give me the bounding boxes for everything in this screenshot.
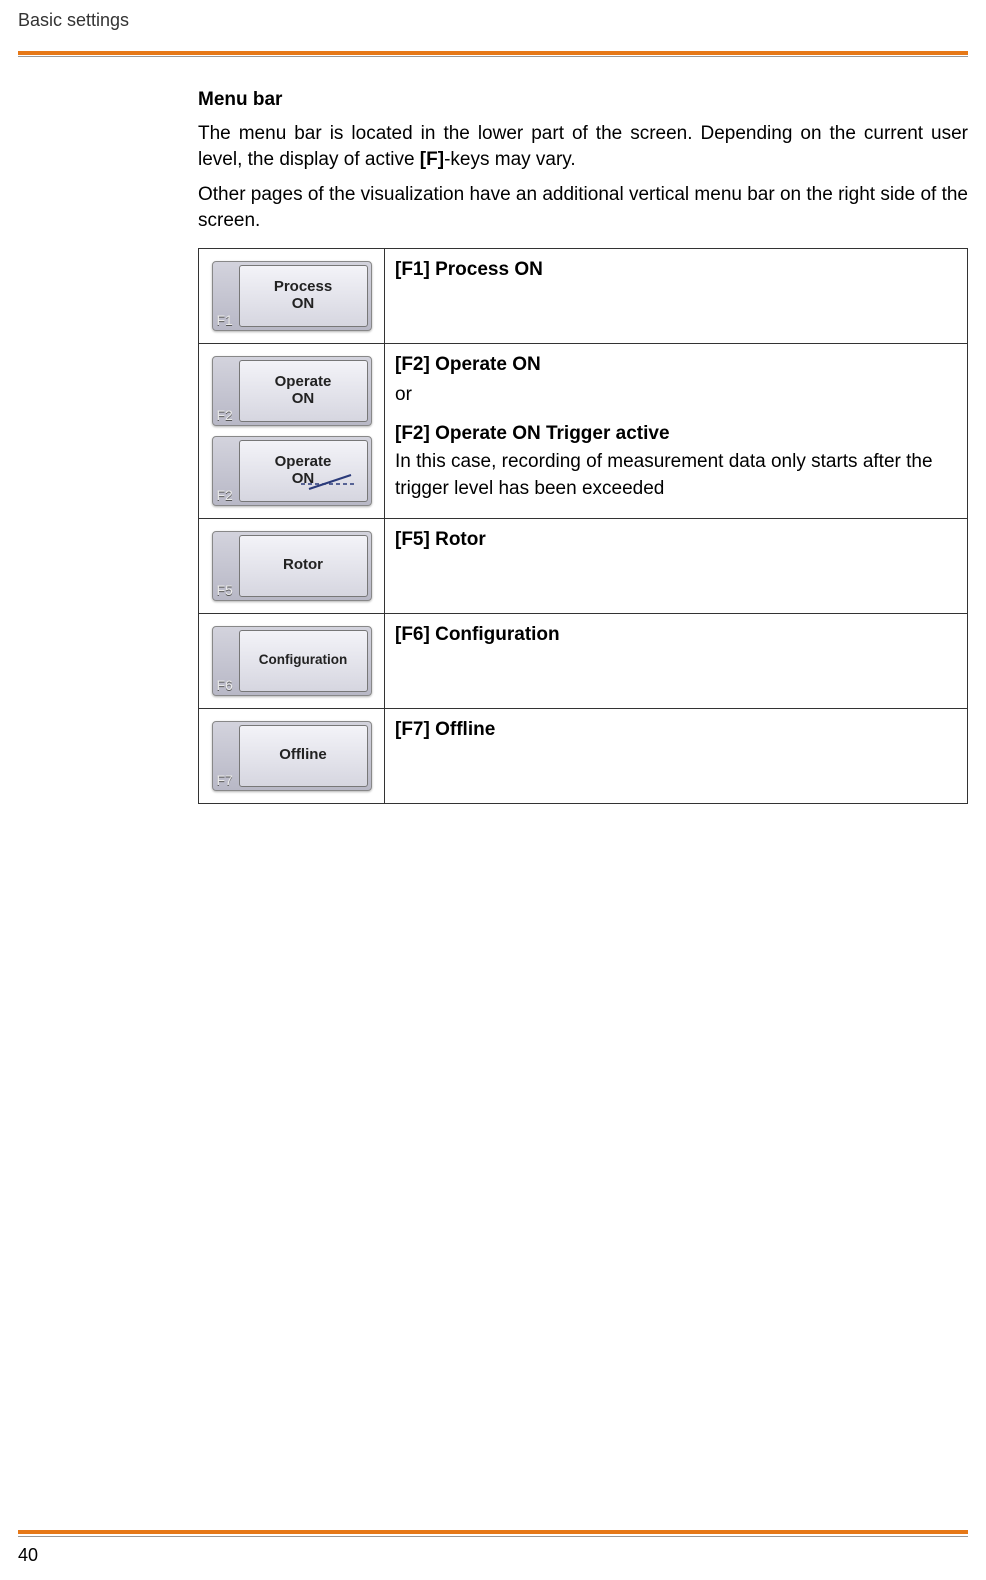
f1-button[interactable]: Process ON F1 — [212, 261, 372, 331]
icon-cell-f2: Operate ON F2 Operate ON F2 — [199, 343, 385, 518]
f7-line1: Offline — [279, 747, 327, 764]
f2-desc-or: or — [395, 382, 957, 409]
paragraph-2: Other pages of the visualization have an… — [198, 182, 968, 233]
footer-rule-shadow — [18, 1536, 968, 1537]
table-row: Configuration F6 [F6] Configuration — [199, 613, 968, 708]
desc-cell-f7: [F7] Offline — [385, 708, 968, 803]
desc-cell-f6: [F6] Configuration — [385, 613, 968, 708]
icon-cell-f5: Rotor F5 — [199, 518, 385, 613]
icon-cell-f6: Configuration F6 — [199, 613, 385, 708]
f2-button-b[interactable]: Operate ON F2 — [212, 436, 372, 506]
table-row: Operate ON F2 Operate ON F2 — [199, 343, 968, 518]
table-row: Rotor F5 [F5] Rotor — [199, 518, 968, 613]
f2-desc-body: In this case, recording of measurement d… — [395, 449, 957, 502]
header-rule-shadow — [18, 56, 968, 57]
f5-button-inner: Rotor — [239, 535, 368, 597]
f6-line1: Configuration — [259, 653, 347, 668]
para1-post: -keys may vary. — [444, 149, 576, 170]
table-row: Offline F7 [F7] Offline — [199, 708, 968, 803]
para1-bold: [F] — [420, 149, 444, 170]
f6-label: F6 — [217, 677, 233, 693]
f1-line2: ON — [292, 296, 315, 313]
f7-desc-title: [F7] Offline — [395, 717, 957, 744]
trigger-line-icon — [301, 471, 357, 491]
f5-label: F5 — [217, 582, 233, 598]
desc-cell-f2: [F2] Operate ON or [F2] Operate ON Trigg… — [385, 343, 968, 518]
f2-button-a[interactable]: Operate ON F2 — [212, 356, 372, 426]
menu-table: Process ON F1 [F1] Process ON Operate ON — [198, 248, 968, 804]
f2-button-b-inner: Operate ON — [239, 440, 368, 502]
f1-line1: Process — [274, 279, 332, 296]
f6-button-inner: Configuration — [239, 630, 368, 692]
f2b-line1: Operate — [275, 454, 332, 471]
f6-desc-title: [F6] Configuration — [395, 622, 957, 649]
f1-desc-title: [F1] Process ON — [395, 257, 957, 284]
f7-button[interactable]: Offline F7 — [212, 721, 372, 791]
footer-rule — [18, 1530, 968, 1534]
f7-label: F7 — [217, 772, 233, 788]
page-header: Basic settings — [0, 0, 986, 39]
f2-desc-subtitle: [F2] Operate ON Trigger active — [395, 421, 957, 448]
table-row: Process ON F1 [F1] Process ON — [199, 248, 968, 343]
page-number: 40 — [18, 1545, 38, 1566]
desc-cell-f5: [F5] Rotor — [385, 518, 968, 613]
desc-cell-f1: [F1] Process ON — [385, 248, 968, 343]
f2a-line1: Operate — [275, 374, 332, 391]
f2b-label: F2 — [217, 487, 233, 503]
f5-line1: Rotor — [283, 557, 323, 574]
header-rule — [18, 51, 968, 55]
paragraph-1: The menu bar is located in the lower par… — [198, 121, 968, 172]
f2-button-a-inner: Operate ON — [239, 360, 368, 422]
f5-button[interactable]: Rotor F5 — [212, 531, 372, 601]
f1-label: F1 — [217, 312, 233, 328]
content-area: Menu bar The menu bar is located in the … — [198, 89, 968, 804]
f2a-line2: ON — [292, 391, 315, 408]
f1-button-inner: Process ON — [239, 265, 368, 327]
f2a-label: F2 — [217, 407, 233, 423]
f6-button[interactable]: Configuration F6 — [212, 626, 372, 696]
para1-pre: The menu bar is located in the lower par… — [198, 123, 968, 170]
f5-desc-title: [F5] Rotor — [395, 527, 957, 554]
section-title: Menu bar — [198, 89, 968, 111]
icon-cell-f1: Process ON F1 — [199, 248, 385, 343]
f7-button-inner: Offline — [239, 725, 368, 787]
icon-cell-f7: Offline F7 — [199, 708, 385, 803]
f2-desc-title: [F2] Operate ON — [395, 352, 957, 379]
